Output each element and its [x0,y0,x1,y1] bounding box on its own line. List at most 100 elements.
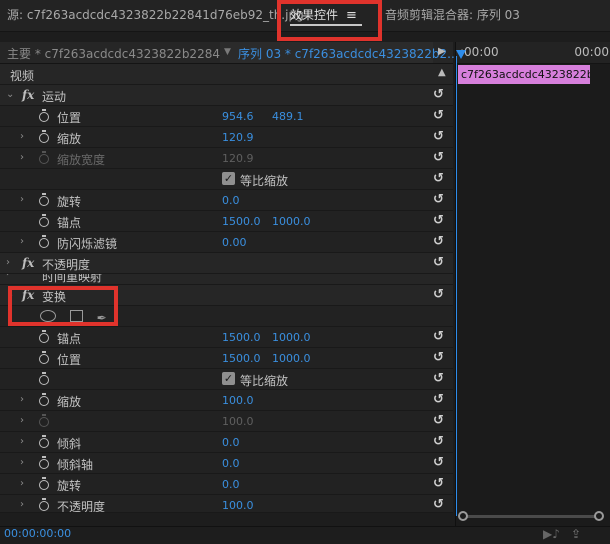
chevron-right-icon[interactable]: › [20,394,24,405]
chevron-right-icon[interactable]: › [6,257,10,268]
fx-icon[interactable]: fx [22,256,34,270]
anchor-y-value[interactable]: 1000.0 [272,215,311,228]
stopwatch-icon[interactable] [38,393,50,406]
t-prop-skew-axis: › 倾斜轴 0.0 ↺ [0,453,453,474]
reset-icon[interactable]: ↺ [433,213,444,228]
highlight-box-transform [8,286,118,326]
chevron-right-icon[interactable]: › [20,194,24,205]
chevron-right-icon[interactable]: › [20,415,24,426]
reset-icon[interactable]: ↺ [433,329,444,344]
chevron-right-icon[interactable]: › [20,436,24,447]
reset-icon[interactable]: ↺ [433,476,444,491]
scale-width-value: 120.9 [222,152,254,165]
stopwatch-icon[interactable] [38,193,50,206]
prop-label: 锚点 [57,332,82,346]
scrollbar-end-handle[interactable] [594,511,604,521]
chevron-down-icon[interactable]: ⌄ [6,89,14,100]
t-skew-axis-value[interactable]: 0.0 [222,457,240,470]
reset-icon[interactable]: ↺ [433,129,444,144]
reset-icon[interactable]: ↺ [433,350,444,365]
position-x-value[interactable]: 954.6 [222,110,254,123]
effect-opacity[interactable]: › fx 不透明度 ↺ [0,253,453,274]
chevron-right-icon[interactable]: › [20,236,24,247]
reset-icon[interactable]: ↺ [433,234,444,249]
t-skew-value[interactable]: 0.0 [222,436,240,449]
prop-label: 位置 [57,111,82,125]
current-timecode[interactable]: 00:00:00:00 [4,527,71,540]
sequence-clip-selector[interactable]: ▼ 序列 03 * c7f263acdcdc4323822b2... [220,42,459,63]
anti-flicker-value[interactable]: 0.00 [222,236,247,249]
reset-icon[interactable]: ↺ [433,108,444,123]
stopwatch-icon[interactable] [38,456,50,469]
fx-icon[interactable]: fx [22,88,34,102]
chevron-right-icon[interactable]: › [20,478,24,489]
stopwatch-icon[interactable] [38,130,50,143]
stopwatch-icon[interactable] [38,109,50,122]
export-icon[interactable]: ⇪ [571,527,581,541]
chevron-right-icon[interactable]: › [6,274,10,279]
t-uniform-scale-checkbox[interactable]: ✓ [222,372,235,385]
reset-icon[interactable]: ↺ [433,87,444,102]
effect-time-remap[interactable]: › 时间重映射 [0,274,453,285]
prop-label: 位置 [57,353,82,367]
reset-icon[interactable]: ↺ [433,392,444,407]
scrollbar-start-handle[interactable] [458,511,468,521]
timeline-zoom-scrollbar[interactable] [458,510,606,522]
prop-label: 不透明度 [57,500,106,513]
tab-source[interactable]: 源: c7f263acdcdc4323822b22841d76eb92_th.j… [7,0,304,32]
chevron-right-icon[interactable]: › [20,131,24,142]
play-icon[interactable]: ▶ [438,46,446,57]
play-audio-icon[interactable]: ▶♪ [543,527,560,541]
playhead-handle[interactable] [456,50,466,59]
effect-timeline[interactable]: :00:00 00:00 c7f263acdcdc4323822b228 [455,42,610,526]
reset-icon[interactable]: ↺ [433,413,444,428]
t-rotation-value[interactable]: 0.0 [222,478,240,491]
reset-icon[interactable]: ↺ [433,434,444,449]
t-scale-value[interactable]: 100.0 [222,394,254,407]
prop-label: 旋转 [57,195,82,209]
t-anchor-y-value[interactable]: 1000.0 [272,331,311,344]
reset-icon[interactable]: ↺ [433,497,444,512]
reset-icon[interactable]: ↺ [433,171,444,186]
position-y-value[interactable]: 489.1 [272,110,304,123]
t-anchor-x-value[interactable]: 1500.0 [222,331,261,344]
sequence-clip-label: 序列 03 * c7f263acdcdc4323822b2... [238,47,459,61]
effect-motion[interactable]: ⌄ fx 运动 ↺ [0,85,453,106]
t-scale-dim-value: 100.0 [222,415,254,428]
collapse-up-icon[interactable]: ▲ [438,67,446,78]
tab-audio-clip-mixer[interactable]: 音频剪辑混合器: 序列 03 [385,0,520,32]
master-clip-label[interactable]: 主要 * c7f263acdcdc4323822b22841d7... [7,45,254,62]
t-position-x-value[interactable]: 1500.0 [222,352,261,365]
chevron-right-icon[interactable]: › [20,499,24,510]
prop-rotation: › 旋转 0.0 ↺ [0,190,453,211]
timeline-clip[interactable]: c7f263acdcdc4323822b228 [458,65,590,84]
stopwatch-icon[interactable] [38,214,50,227]
stopwatch-icon[interactable] [38,372,50,385]
stopwatch-icon[interactable] [38,330,50,343]
reset-icon[interactable]: ↺ [433,287,444,302]
t-opacity-value[interactable]: 100.0 [222,499,254,512]
prop-label: 倾斜轴 [57,458,94,472]
t-prop-anchor: 锚点 1500.0 1000.0 ↺ [0,327,453,348]
checkbox-label: 等比缩放 [240,374,289,388]
chevron-right-icon[interactable]: › [20,152,24,163]
reset-icon[interactable]: ↺ [433,455,444,470]
reset-icon[interactable]: ↺ [433,192,444,207]
stopwatch-icon[interactable] [38,435,50,448]
uniform-scale-checkbox[interactable]: ✓ [222,172,235,185]
stopwatch-icon[interactable] [38,351,50,364]
anchor-x-value[interactable]: 1500.0 [222,215,261,228]
video-section-header: 视频 ▲ [0,64,453,85]
t-position-y-value[interactable]: 1000.0 [272,352,311,365]
reset-icon[interactable]: ↺ [433,371,444,386]
stopwatch-icon[interactable] [38,235,50,248]
time-ruler[interactable]: :00:00 00:00 [456,42,610,64]
stopwatch-icon[interactable] [38,498,50,511]
rotation-value[interactable]: 0.0 [222,194,240,207]
reset-icon[interactable]: ↺ [433,255,444,270]
chevron-right-icon[interactable]: › [20,457,24,468]
scale-value[interactable]: 120.9 [222,131,254,144]
prop-label: 倾斜 [57,437,82,451]
stopwatch-icon[interactable] [38,477,50,490]
reset-icon[interactable]: ↺ [433,150,444,165]
